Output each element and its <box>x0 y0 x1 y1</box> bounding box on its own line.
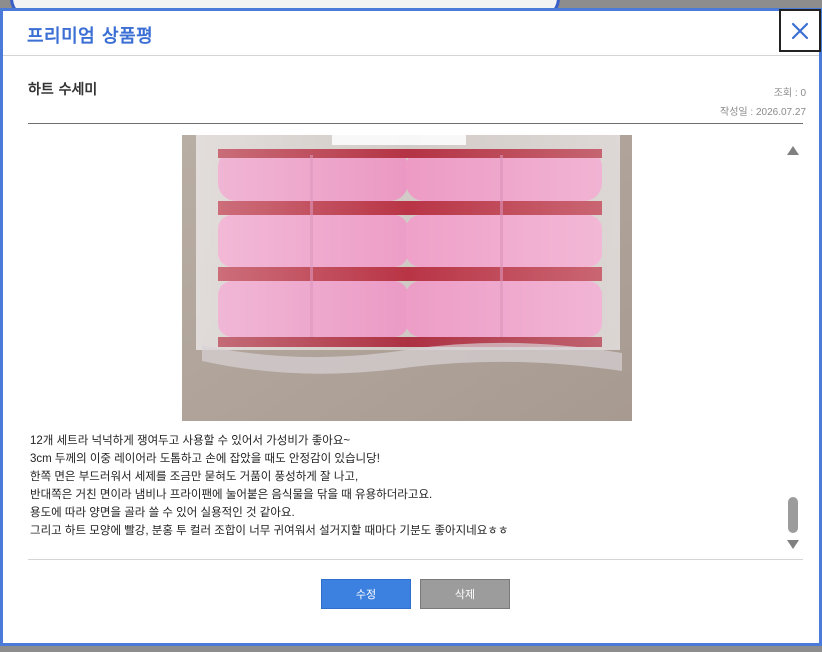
review-line: 한쪽 면은 부드러워서 세제를 조금만 묻혀도 거품이 풍성하게 잘 나고, <box>30 471 359 483</box>
review-line: 반대쪽은 거친 면이라 냄비나 프라이팬에 눌어붙은 음식물을 닦을 때 유용하… <box>30 489 433 501</box>
view-count: 조회 : 0 <box>773 88 806 99</box>
review-content: 12개 세트라 넉넉하게 쟁여두고 사용할 수 있어서 가성비가 좋아요~ 3c… <box>28 133 780 553</box>
scroll-down-arrow-icon[interactable] <box>784 537 802 551</box>
written-date: 작성일 : 2026.07.27 <box>720 107 806 118</box>
review-line: 용도에 따라 양면을 골라 쓸 수 있어 실용적인 것 같아요. <box>30 507 295 519</box>
review-line: 3cm 두께의 이중 레이어라 도톰하고 손에 잡았을 때도 안정감이 있습니당… <box>30 453 380 465</box>
delete-button[interactable]: 삭제 <box>420 579 510 609</box>
close-button[interactable] <box>779 9 821 52</box>
review-photo <box>182 135 632 421</box>
content-scrollbar[interactable] <box>784 139 802 553</box>
review-modal: 프리미엄 상품평 하트 수세미 조회 : 0 작성일 : 2026.07.27 <box>0 8 822 646</box>
close-icon <box>791 22 809 39</box>
scroll-thumb[interactable] <box>788 497 798 533</box>
review-title: 하트 수세미 <box>28 82 98 98</box>
review-line: 12개 세트라 넉넉하게 쟁여두고 사용할 수 있어서 가성비가 좋아요~ <box>30 435 351 447</box>
modal-title: 프리미엄 상품평 <box>27 26 154 47</box>
review-line: 그리고 하트 모양에 빨강, 분홍 투 컬러 조합이 너무 귀여워서 설거지할 … <box>30 525 509 537</box>
edit-button[interactable]: 수정 <box>321 579 411 609</box>
footer-divider <box>28 559 803 560</box>
header-divider <box>28 123 803 124</box>
scroll-up-arrow-icon[interactable] <box>784 143 802 157</box>
modal-header: 프리미엄 상품평 <box>3 11 819 56</box>
review-body: 12개 세트라 넉넉하게 쟁여두고 사용할 수 있어서 가성비가 좋아요~ 3c… <box>30 432 770 540</box>
